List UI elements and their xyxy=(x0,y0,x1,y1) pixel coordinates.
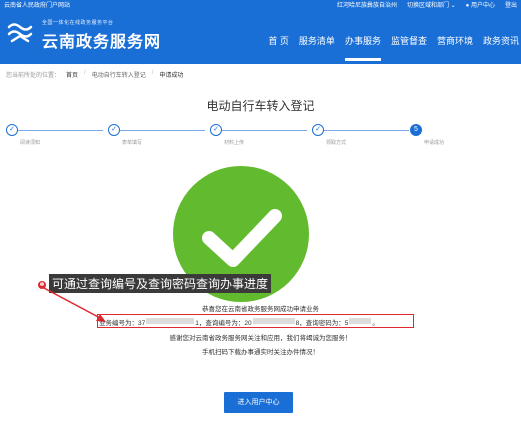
nav-service-list[interactable]: 服务清单 xyxy=(299,34,335,53)
logo-icon xyxy=(7,23,33,43)
breadcrumb-service[interactable]: 电动自行车转入登记 xyxy=(92,70,146,79)
business-number-label: 业务编号为：37 xyxy=(99,320,146,327)
logo-subtitle: 全国一体化在线政务服务平台 xyxy=(42,20,114,26)
breadcrumb: 您当前所处的位置： 首页 / 电动自行车转入登记 / 申请成功 xyxy=(6,70,183,79)
page-title: 电动自行车转入登记 xyxy=(206,99,315,113)
logo-title[interactable]: 云南政务服务网 xyxy=(42,28,161,52)
user-icon: ● xyxy=(465,3,470,9)
step-3-check-icon: ✓ xyxy=(210,124,222,136)
step-2-label: 表单填写 xyxy=(122,140,143,146)
user-center-link[interactable]: ● 用户中心 xyxy=(466,0,495,12)
nav-news[interactable]: 政务资讯 xyxy=(483,34,519,53)
redacted-business-number xyxy=(146,318,195,324)
step-4-label: 领取方式 xyxy=(326,140,347,146)
step-connector xyxy=(120,130,205,131)
query-number-tail: 8， xyxy=(295,320,306,327)
step-3-label: 材料上传 xyxy=(224,140,245,146)
user-center-label: 用户中心 xyxy=(470,3,495,9)
region-label: 红河哈尼族彝族自治州 xyxy=(336,3,397,9)
redacted-query-number xyxy=(252,318,295,324)
portal-link[interactable]: 云南省人民政府门户网站 xyxy=(4,0,70,12)
logout-link[interactable]: 登出 xyxy=(505,0,517,12)
query-password-tail: 。 xyxy=(372,320,379,327)
progress-steps: ✓ ✓ ✓ ✓ 5 阅读须知 表单填写 材料上传 领取方式 申请成功 xyxy=(0,124,521,154)
step-5-number: 5 xyxy=(410,124,422,136)
nav-business-environment[interactable]: 营商环境 xyxy=(437,34,473,53)
congrats-message: 恭喜您在云南省政务服务网成功申请业务 xyxy=(202,306,319,313)
query-info-row: 业务编号为：37 1， 查询编号为：20 8， 查询密码为：5 。 xyxy=(99,317,379,327)
switch-region-dropdown[interactable]: 切换区域和部门 ⌄ xyxy=(407,0,456,12)
user-center-button[interactable]: 进入用户中心 xyxy=(224,392,293,413)
nav-supervision[interactable]: 监管督查 xyxy=(391,34,427,53)
breadcrumb-separator: / xyxy=(84,70,86,76)
step-1-label: 阅读须知 xyxy=(20,140,41,146)
breadcrumb-separator: / xyxy=(151,70,154,76)
site-header: 云南省人民政府门户网站 红河哈尼族彝族自治州 切换区域和部门 ⌄ ● 用户中心 … xyxy=(0,0,521,64)
breadcrumb-current: 申请成功 xyxy=(159,73,184,79)
top-bar-right: 红河哈尼族彝族自治州 切换区域和部门 ⌄ ● 用户中心 登出 xyxy=(337,0,517,12)
breadcrumb-home[interactable]: 首页 xyxy=(66,70,78,79)
top-bar: 云南省人民政府门户网站 红河哈尼族彝族自治州 切换区域和部门 ⌄ ● 用户中心 … xyxy=(0,0,521,12)
redacted-query-password xyxy=(349,318,372,324)
step-connector xyxy=(18,130,103,131)
thanks-message: 感谢您对云南省政务服务网关注和应用，我们将竭诚为您服务！ xyxy=(169,335,352,342)
main-nav: 首 页 服务清单 办事服务 监管督查 营商环境 政务资讯 xyxy=(268,34,519,61)
breadcrumb-prefix: 您当前所处的位置： xyxy=(6,73,61,79)
nav-services[interactable]: 办事服务 xyxy=(344,34,381,61)
step-1-check-icon: ✓ xyxy=(6,124,18,136)
step-connector xyxy=(222,130,307,131)
query-password-label: 查询密码为：5 xyxy=(305,320,349,327)
step-connector xyxy=(324,130,409,131)
step-2-check-icon: ✓ xyxy=(108,124,120,136)
step-4-check-icon: ✓ xyxy=(312,124,324,136)
business-number-tail: 1， xyxy=(195,320,206,327)
step-5-label: 申请成功 xyxy=(424,140,445,146)
nav-home[interactable]: 首 页 xyxy=(268,34,289,53)
scan-message: 手机扫码下载办事通实时关注办件情况！ xyxy=(202,349,319,356)
query-number-label: 查询编号为：20 xyxy=(205,320,252,327)
